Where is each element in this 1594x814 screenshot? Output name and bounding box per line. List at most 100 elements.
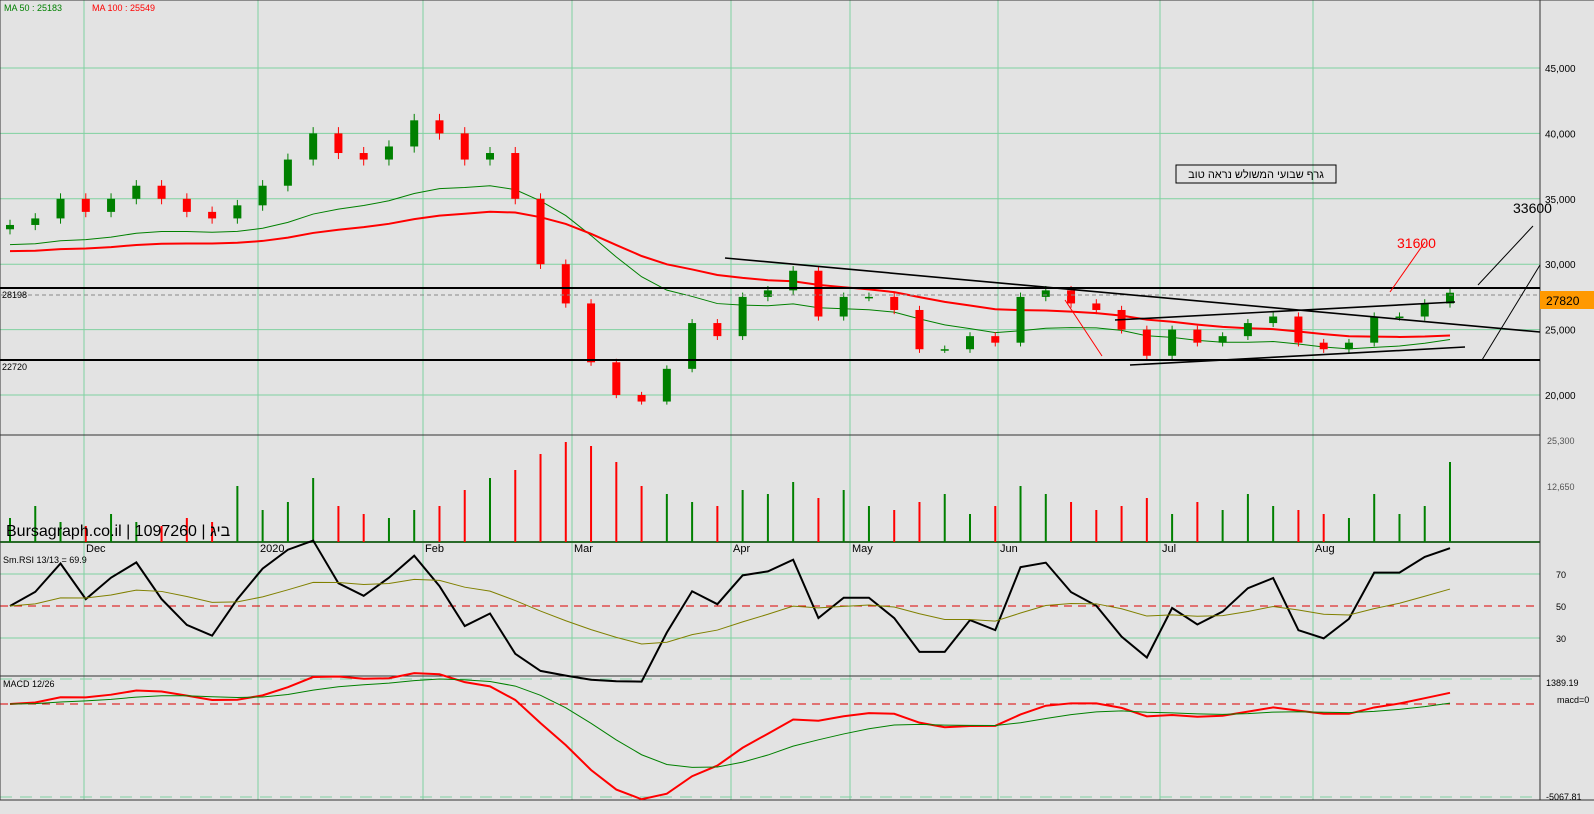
volume-axis-mid: 12,650 <box>1547 482 1575 492</box>
volume-bar <box>1145 498 1148 542</box>
candle-body <box>486 153 494 160</box>
macd-axis-zero: macd=0 <box>1557 695 1589 705</box>
volume-bar <box>337 506 340 542</box>
price-tick: 40,000 <box>1545 129 1576 140</box>
candle-body <box>1243 323 1252 337</box>
watermark: Bursagraph.co.il | 1097260 | ביג <box>6 523 231 540</box>
candle-body <box>966 336 974 350</box>
volume-bar <box>1322 514 1325 542</box>
candle-body <box>359 153 368 160</box>
volume-bar <box>1070 502 1073 542</box>
candle-body <box>561 264 570 304</box>
volume-bar <box>994 506 997 542</box>
volume-bar <box>817 498 820 542</box>
candle-body <box>662 368 671 402</box>
macd-line <box>9 672 1451 801</box>
candle-body <box>1092 303 1101 310</box>
volume-bar <box>1347 518 1350 542</box>
candle-body <box>688 323 697 369</box>
volume-bar <box>842 490 845 542</box>
volume-bar <box>514 470 517 542</box>
rsi-label: Sm.RSI 13/13 = 69.9 <box>3 555 87 565</box>
volume-bar <box>665 494 668 542</box>
volume-bar <box>463 490 466 542</box>
ma100-line <box>9 210 1451 338</box>
month-label: May <box>852 543 873 555</box>
rsi-axis-30: 30 <box>1556 634 1566 644</box>
candle-body <box>233 205 242 219</box>
month-label: 2020 <box>260 543 284 555</box>
candle-body <box>738 296 747 337</box>
ma50-line <box>9 185 1451 350</box>
candle-body <box>612 362 621 395</box>
candle-body <box>839 296 848 317</box>
volume-bar <box>1449 462 1451 542</box>
trendlines <box>0 225 1541 366</box>
macd-label: MACD 12/26 <box>3 679 55 689</box>
candle-body <box>1294 316 1303 343</box>
volume-bar <box>766 494 769 542</box>
volume-bar <box>918 502 921 542</box>
candle-body <box>283 159 292 186</box>
candle-body <box>1395 316 1404 319</box>
candle-body <box>713 323 722 337</box>
target1-label: 31600 <box>1397 235 1436 251</box>
candle-body <box>536 198 545 265</box>
annotation-text: גרף שבועי המשולש נראה טוב <box>1188 168 1324 181</box>
panel-borders <box>0 0 1594 801</box>
candle-body <box>1041 290 1050 297</box>
candle-body <box>864 296 873 299</box>
ma100-label: MA 100 : 25549 <box>92 3 155 13</box>
volume-bar <box>1171 514 1174 542</box>
volume-bar <box>1297 510 1300 542</box>
candle-body <box>1193 329 1202 343</box>
volume-bar <box>438 506 441 542</box>
volume-bar <box>362 514 365 542</box>
candle-body <box>1420 303 1429 317</box>
volume-bar <box>236 486 239 542</box>
candle-body <box>1269 316 1278 324</box>
candle-body <box>763 290 772 297</box>
candle-body <box>157 185 166 199</box>
candle-body <box>31 218 40 225</box>
candle-body <box>1319 342 1328 350</box>
candle-body <box>1168 329 1177 356</box>
volume-axis-high: 25,300 <box>1547 436 1575 446</box>
price-tick: 30,000 <box>1545 260 1576 271</box>
candle-body <box>460 133 469 160</box>
volume-bar <box>1373 494 1376 542</box>
price-tick: 45,000 <box>1545 64 1576 75</box>
volume-bar <box>489 478 491 542</box>
candle-body <box>258 185 267 206</box>
upper-level-label: 28198 <box>2 290 27 300</box>
volume-bar <box>1095 510 1098 542</box>
candle-body <box>309 133 318 160</box>
volume-bar <box>1019 486 1022 542</box>
month-label: Feb <box>425 543 444 555</box>
candle-body <box>637 395 646 402</box>
month-label: Jul <box>1162 543 1176 555</box>
candle-body <box>915 309 924 350</box>
candle-body <box>334 133 343 154</box>
candle-body <box>511 153 520 199</box>
volume-bar <box>893 510 896 542</box>
volume-bar <box>1246 494 1249 542</box>
volume-bar <box>716 506 719 542</box>
volume-bar <box>312 478 315 542</box>
volume-bar <box>413 510 416 542</box>
month-label: Apr <box>733 543 750 555</box>
volume-bar <box>741 490 744 542</box>
macd-axis-top: 1389.19 <box>1546 678 1579 688</box>
candle-body <box>1016 296 1025 343</box>
candle-body <box>56 198 65 219</box>
candle-body <box>6 224 14 230</box>
stock-chart: Dec 2020 Feb Mar Apr May Jun Jul Aug 45,000 40,000… <box>0 0 1594 814</box>
candle-body <box>1344 342 1353 350</box>
rsi-line <box>9 539 1451 683</box>
candle-body <box>107 198 116 212</box>
target2-label: 33600 <box>1513 200 1552 216</box>
volume-bar <box>1398 514 1401 542</box>
volume-bar <box>387 518 390 542</box>
candle-body <box>81 198 90 212</box>
volume-bar <box>792 482 795 542</box>
